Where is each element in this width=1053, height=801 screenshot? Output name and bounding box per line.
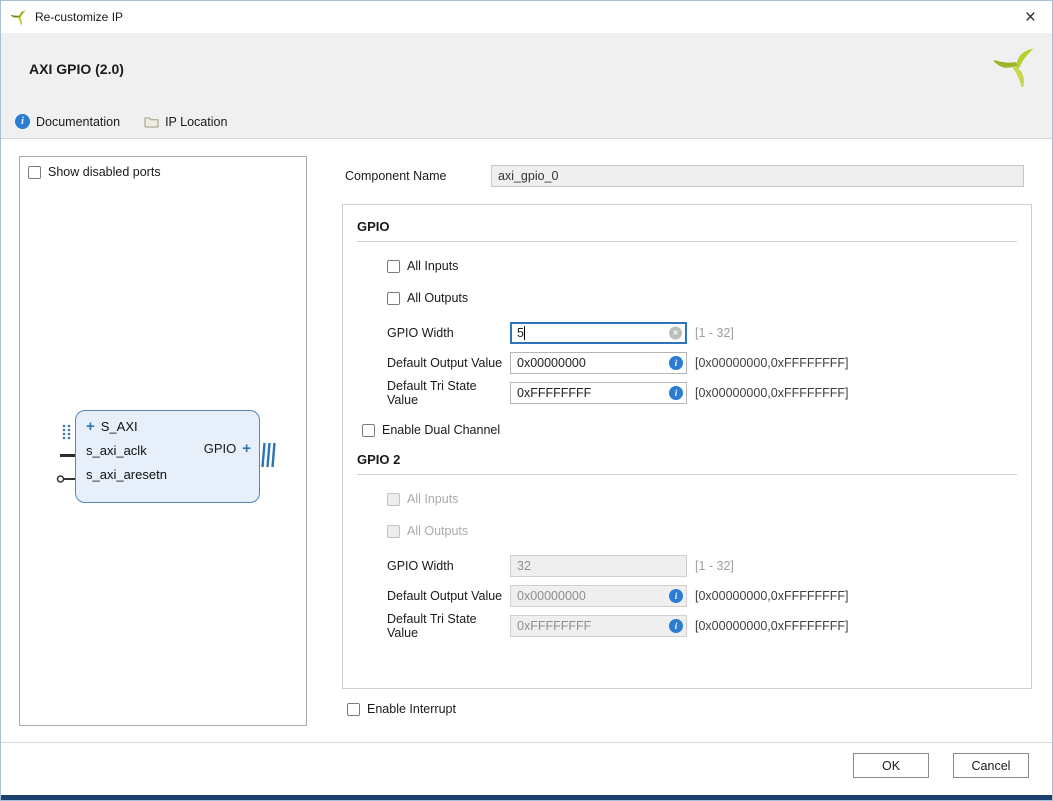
ip-location-link[interactable]: IP Location — [144, 115, 227, 129]
toolbar: i Documentation IP Location — [15, 114, 227, 129]
gpio2-all-outputs-checkbox — [387, 524, 400, 538]
clock-pin-icon — [60, 454, 76, 457]
gpio-width-row: GPIO Width × [1 - 32] — [387, 322, 1017, 344]
default-output-hint: [0x00000000,0xFFFFFFFF] — [695, 356, 849, 370]
ip-title: AXI GPIO (2.0) — [29, 61, 124, 77]
gpio2-tri-state-field: i — [510, 615, 687, 637]
clear-icon[interactable]: × — [669, 326, 682, 340]
port-s-axi-aclk: s_axi_aclk — [86, 443, 147, 458]
gpio2-all-inputs-checkbox — [387, 492, 400, 506]
info-icon: i — [669, 589, 683, 603]
gpio2-width-input — [510, 555, 687, 577]
titlebar: Re-customize IP × — [1, 1, 1052, 33]
show-disabled-ports-row[interactable]: Show disabled ports — [28, 165, 161, 179]
all-inputs-checkbox[interactable] — [387, 259, 400, 273]
ok-button[interactable]: OK — [853, 753, 929, 778]
gpio-width-field: × — [510, 322, 687, 344]
ports-expand-bars-icon[interactable] — [261, 442, 276, 471]
folder-icon — [144, 117, 159, 127]
tri-state-hint: [0x00000000,0xFFFFFFFF] — [695, 386, 849, 400]
gpio2-tri-state-row: Default Tri State Value i [0x00000000,0x… — [387, 612, 1017, 640]
component-name-input[interactable] — [491, 165, 1024, 187]
xilinx-mini-logo-icon — [11, 9, 27, 25]
info-icon: i — [15, 114, 30, 129]
config-panel: GPIO All Inputs All Outputs GPIO Width ×… — [342, 204, 1032, 689]
text-caret — [524, 326, 525, 340]
port-s-axi-aresetn: s_axi_aresetn — [86, 467, 167, 482]
gpio-width-hint: [1 - 32] — [695, 326, 734, 340]
port-gpio: GPIO + — [203, 441, 251, 457]
gpio2-tri-state-input — [510, 615, 687, 637]
documentation-link[interactable]: i Documentation — [15, 114, 120, 129]
tri-state-label: Default Tri State Value — [387, 379, 477, 407]
show-disabled-ports-label: Show disabled ports — [48, 165, 161, 179]
gpio-section-title: GPIO — [357, 219, 1017, 242]
info-icon: i — [669, 619, 683, 633]
default-output-row: Default Output Value i [0x00000000,0xFFF… — [387, 352, 1017, 374]
gpio2-tri-state-hint: [0x00000000,0xFFFFFFFF] — [695, 619, 849, 633]
close-icon[interactable]: × — [1019, 8, 1042, 27]
gpio-all-inputs-row[interactable]: All Inputs — [387, 258, 1017, 274]
gpio2-all-outputs-row: All Outputs — [387, 523, 1017, 539]
footer-divider — [1, 742, 1052, 743]
default-output-field: i — [510, 352, 687, 374]
default-output-label: Default Output Value — [387, 356, 503, 370]
show-disabled-ports-checkbox[interactable] — [28, 165, 41, 179]
gpio2-width-row: GPIO Width [1 - 32] — [387, 555, 1017, 577]
expand-plus-icon[interactable]: + — [86, 419, 95, 434]
enable-dual-channel-label: Enable Dual Channel — [382, 423, 501, 437]
documentation-label: Documentation — [36, 114, 121, 129]
gpio2-default-output-hint: [0x00000000,0xFFFFFFFF] — [695, 589, 849, 603]
xilinx-logo-icon — [992, 45, 1038, 90]
default-output-input[interactable] — [510, 352, 687, 374]
gpio2-default-output-label: Default Output Value — [387, 589, 503, 603]
info-icon[interactable]: i — [669, 386, 683, 400]
port-s-axi-label: S_AXI — [100, 419, 138, 434]
reset-pin-icon — [56, 473, 76, 487]
gpio-width-input[interactable] — [510, 322, 687, 344]
gpio2-section-title: GPIO 2 — [357, 452, 1017, 475]
enable-dual-channel-row[interactable]: Enable Dual Channel — [362, 422, 1017, 438]
gpio2-default-output-row: Default Output Value i [0x00000000,0xFFF… — [387, 585, 1017, 607]
port-gpio-label: GPIO — [203, 441, 237, 456]
ip-block[interactable]: + S_AXI s_axi_aclk s_axi_aresetn GPIO + — [75, 410, 260, 503]
all-outputs-checkbox[interactable] — [387, 291, 400, 305]
tri-state-input[interactable] — [510, 382, 687, 404]
port-s-axi-aclk-label: s_axi_aclk — [86, 443, 147, 458]
ip-header: AXI GPIO (2.0) i Documentation IP Locati… — [1, 33, 1052, 139]
gpio2-all-inputs-label: All Inputs — [407, 492, 459, 506]
gpio2-width-label: GPIO Width — [387, 559, 454, 573]
port-s-axi: + S_AXI — [86, 419, 138, 435]
all-outputs-label: All Outputs — [407, 291, 469, 305]
component-name-label: Component Name — [345, 169, 447, 183]
enable-interrupt-checkbox[interactable] — [347, 702, 360, 716]
all-inputs-label: All Inputs — [407, 259, 459, 273]
tri-state-row: Default Tri State Value i [0x00000000,0x… — [387, 379, 1017, 407]
recustomize-ip-dialog: Re-customize IP × AXI GPIO (2.0) i Docum… — [0, 0, 1053, 801]
port-s-axi-aresetn-label: s_axi_aresetn — [86, 467, 167, 482]
enable-interrupt-row[interactable]: Enable Interrupt — [347, 702, 456, 716]
gpio2-default-output-input — [510, 585, 687, 607]
ip-location-label: IP Location — [165, 114, 228, 129]
interface-dots-icon — [62, 424, 71, 443]
gpio2-default-output-field: i — [510, 585, 687, 607]
enable-interrupt-label: Enable Interrupt — [367, 702, 456, 716]
gpio2-all-inputs-row: All Inputs — [387, 491, 1017, 507]
component-name-row: Component Name — [345, 164, 1024, 188]
gpio2-all-outputs-label: All Outputs — [407, 524, 469, 538]
gpio2-width-field — [510, 555, 687, 577]
tri-state-field: i — [510, 382, 687, 404]
bottom-accent-bar — [1, 795, 1052, 800]
gpio2-width-hint: [1 - 32] — [695, 559, 734, 573]
info-icon[interactable]: i — [669, 356, 683, 370]
cancel-button[interactable]: Cancel — [953, 753, 1029, 778]
gpio-all-outputs-row[interactable]: All Outputs — [387, 290, 1017, 306]
gpio-width-label: GPIO Width — [387, 326, 454, 340]
gpio2-tri-state-label: Default Tri State Value — [387, 612, 477, 640]
enable-dual-channel-checkbox[interactable] — [362, 423, 375, 437]
window-title: Re-customize IP — [35, 10, 124, 24]
gpio-expand-plus-icon[interactable]: + — [242, 441, 251, 456]
ports-panel: Show disabled ports + S_AXI s_axi_aclk s… — [19, 156, 307, 726]
